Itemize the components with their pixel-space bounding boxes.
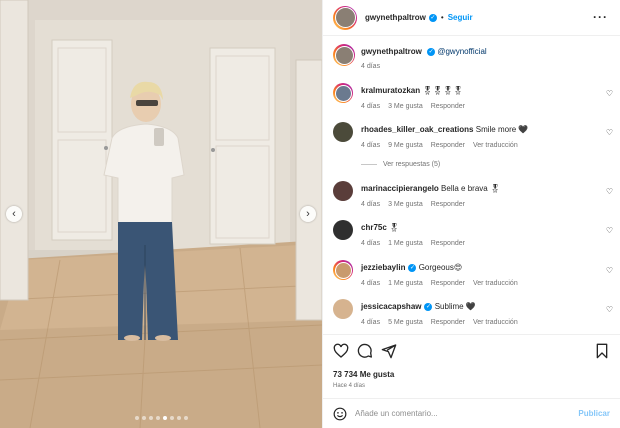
comment-username[interactable]: jessicacapshaw: [361, 302, 421, 311]
carousel-dot: [183, 416, 188, 420]
next-slide-button[interactable]: ›: [300, 206, 316, 222]
share-send-icon[interactable]: [381, 343, 397, 359]
post-media[interactable]: ‹ ›: [0, 0, 322, 428]
comment-text: Gorgeous😍: [418, 263, 463, 272]
comment-time: 4 días: [361, 319, 381, 326]
caption-time: 4 días: [361, 63, 381, 70]
carousel-dot: [176, 416, 181, 420]
chevron-right-icon: ›: [306, 208, 310, 220]
commenter-avatar[interactable]: [333, 220, 353, 240]
comment-time: 4 días: [361, 280, 381, 287]
comment-input[interactable]: Añade un comentario...: [355, 409, 578, 418]
translate-button[interactable]: Ver traducción: [473, 280, 518, 287]
comment-time: 4 días: [361, 201, 381, 208]
comment-username[interactable]: chr75c: [361, 223, 387, 232]
post-photo: [0, 0, 322, 428]
more-horizontal-icon[interactable]: ···: [593, 10, 608, 24]
comment-text: Smile more 🖤: [475, 125, 529, 134]
comment-text: 🎖: [389, 223, 400, 232]
verified-badge-icon: ✓: [427, 47, 436, 56]
comments-list[interactable]: gwynethpaltrow ✓ @gwynofficial 4 días kr…: [323, 36, 620, 334]
comment-time: 4 días: [361, 240, 381, 247]
posted-ago: Hace 4 días: [333, 383, 366, 389]
comment-username[interactable]: rhoades_killer_oak_creations: [361, 125, 474, 134]
comment-time: 4 días: [361, 103, 381, 110]
like-comment-heart-icon[interactable]: ♡: [606, 89, 613, 98]
comment-username[interactable]: kralmuratozkan: [361, 86, 420, 95]
carousel-dot: [155, 416, 160, 420]
instagram-post: ‹ › gwynethpaltrow ✓ • Seguir ··· gwynet…: [0, 0, 620, 428]
replies-line: [361, 164, 377, 165]
comment-bubble-icon[interactable]: [357, 343, 373, 359]
reply-button[interactable]: Responder: [431, 240, 465, 247]
carousel-dot: [169, 416, 174, 420]
translate-button[interactable]: Ver traducción: [473, 319, 518, 326]
comment-likes[interactable]: 1 Me gusta: [388, 240, 423, 247]
commenter-avatar[interactable]: [333, 83, 353, 103]
post-header: gwynethpaltrow ✓ • Seguir ···: [323, 0, 620, 36]
commenter-avatar[interactable]: [333, 122, 353, 142]
previous-slide-button[interactable]: ‹: [6, 206, 22, 222]
reply-button[interactable]: Responder: [431, 280, 465, 287]
author-avatar[interactable]: [333, 5, 357, 30]
carousel-dots: [0, 416, 322, 420]
like-comment-heart-icon[interactable]: ♡: [606, 187, 613, 196]
comment-likes[interactable]: 1 Me gusta: [388, 280, 423, 287]
verified-badge-icon: ✓: [408, 263, 417, 272]
comment-likes[interactable]: 5 Me gusta: [388, 319, 423, 326]
carousel-dot: [141, 416, 146, 420]
carousel-dot: [134, 416, 139, 420]
view-replies-button[interactable]: Ver respuestas (5): [361, 161, 440, 168]
publish-button[interactable]: Publicar: [578, 409, 610, 418]
caption-text: gwynethpaltrow ✓ @gwynofficial: [361, 46, 596, 57]
add-comment-bar: Añade un comentario... Publicar: [323, 398, 620, 428]
author-username[interactable]: gwynethpaltrow: [365, 13, 426, 22]
verified-badge-icon: ✓: [428, 13, 437, 22]
reply-button[interactable]: Responder: [431, 201, 465, 208]
view-replies-label: Ver respuestas (5): [383, 161, 441, 168]
separator-dot: •: [440, 13, 444, 22]
comment-likes[interactable]: 9 Me gusta: [388, 142, 423, 149]
comment-text: Sublime 🖤: [434, 302, 476, 311]
comment-likes[interactable]: 3 Me gusta: [388, 103, 423, 110]
likes-count[interactable]: 73 734 Me gusta: [333, 370, 394, 379]
reply-button[interactable]: Responder: [431, 319, 465, 326]
like-comment-heart-icon[interactable]: ♡: [606, 266, 613, 275]
follow-button[interactable]: Seguir: [448, 13, 473, 22]
commenter-avatar[interactable]: [333, 260, 353, 280]
comment-time: 4 días: [361, 142, 381, 149]
translate-button[interactable]: Ver traducción: [473, 142, 518, 149]
commenter-avatar[interactable]: [333, 181, 353, 201]
commenter-avatar[interactable]: [333, 299, 353, 319]
emoji-smiley-icon[interactable]: [333, 407, 347, 421]
like-comment-heart-icon[interactable]: ♡: [606, 226, 613, 235]
verified-badge-icon: ✓: [424, 302, 433, 311]
author-avatar[interactable]: [333, 44, 355, 66]
chevron-left-icon: ‹: [12, 208, 16, 220]
caption-mention[interactable]: @gwynofficial: [437, 47, 486, 56]
caption-username[interactable]: gwynethpaltrow: [361, 47, 422, 56]
comment-text: Bella e brava 🎖: [441, 184, 501, 193]
comment-text: 🎖🎖🎖🎖: [422, 86, 463, 95]
comment-username[interactable]: jezziebaylin: [361, 263, 405, 272]
comment-username[interactable]: marinaccipierangelo: [361, 184, 439, 193]
comment-likes[interactable]: 3 Me gusta: [388, 201, 423, 208]
like-heart-icon[interactable]: [333, 343, 349, 359]
like-comment-heart-icon[interactable]: ♡: [606, 305, 613, 314]
save-bookmark-icon[interactable]: [594, 343, 610, 359]
post-side-panel: gwynethpaltrow ✓ • Seguir ··· gwynethpal…: [322, 0, 620, 428]
carousel-dot: [148, 416, 153, 420]
carousel-dot-active: [162, 416, 167, 420]
post-actions: 73 734 Me gusta Hace 4 días: [323, 334, 620, 398]
reply-button[interactable]: Responder: [431, 103, 465, 110]
like-comment-heart-icon[interactable]: ♡: [606, 128, 613, 137]
reply-button[interactable]: Responder: [431, 142, 465, 149]
